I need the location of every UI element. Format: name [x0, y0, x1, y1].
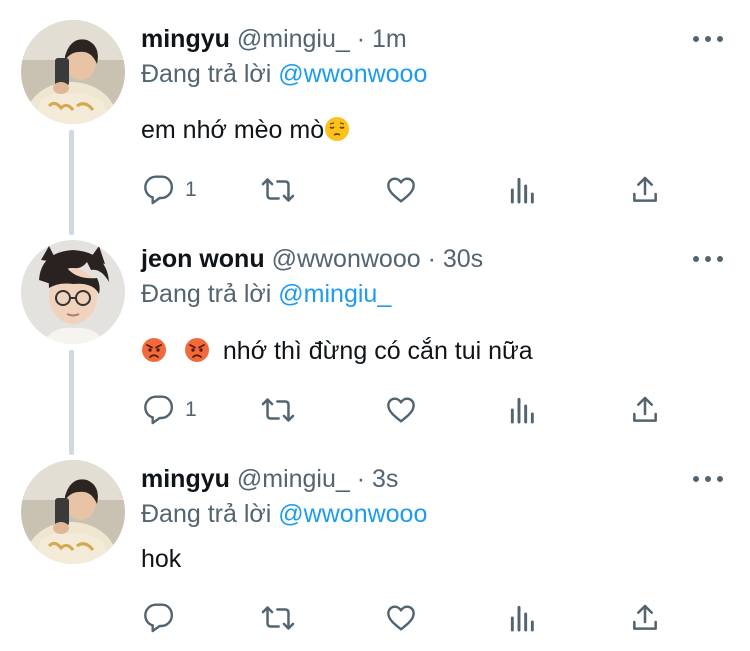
tweet-header: jeon wonu @wwonwooo · 30s [141, 244, 483, 274]
more-icon[interactable] [693, 473, 723, 485]
retweet-button[interactable] [261, 600, 295, 636]
separator-dot: · [427, 245, 436, 273]
more-icon[interactable] [693, 33, 723, 45]
separator-dot: · [356, 25, 366, 53]
share-icon [633, 176, 657, 202]
replying-to-label: Đang trả lời [141, 60, 272, 88]
reply-count: 1 [185, 178, 197, 201]
replying-to-handle[interactable]: @wwonwooo [278, 60, 427, 88]
analytics-icon [510, 177, 534, 204]
retweet-icon [261, 178, 295, 202]
retweet-icon [261, 398, 295, 422]
timestamp[interactable]: 30s [443, 245, 483, 273]
analytics-icon [510, 605, 534, 632]
reply-button[interactable]: 1 [143, 172, 197, 208]
tweet-text: hok [141, 544, 181, 574]
tweet-text: nhớ thì đừng có cắn tui nữa [141, 336, 533, 366]
more-icon[interactable] [693, 253, 723, 265]
analytics-button[interactable] [507, 392, 539, 428]
reply-button[interactable] [143, 600, 185, 636]
like-icon [387, 397, 415, 423]
replying-to: Đang trả lời @wwonwooo [141, 59, 427, 89]
reply-button[interactable]: 1 [143, 392, 197, 428]
tweet-actions: 1 [141, 172, 681, 208]
retweet-icon [261, 606, 295, 630]
tweet[interactable]: mingyu @mingiu_ · 1m Đang trả lời @wwonw… [0, 0, 750, 220]
tweet-actions [141, 600, 681, 636]
angry-face-icon [184, 338, 209, 362]
pensive-face-icon [325, 117, 350, 141]
tweet[interactable]: jeon wonu @wwonwooo · 30s Đang trả lời @… [0, 220, 750, 440]
angry-face-icon [142, 338, 166, 362]
replying-to: Đang trả lời @wwonwooo [141, 499, 427, 529]
share-button[interactable] [629, 600, 661, 636]
tweet-text-content: hok [141, 545, 182, 573]
user-handle[interactable]: @mingiu_ [237, 25, 350, 53]
tweet-header: mingyu @mingiu_ · 1m [141, 24, 407, 54]
replying-to: Đang trả lời @mingiu_ [141, 279, 391, 309]
analytics-button[interactable] [507, 172, 539, 208]
tweet-text-content: em nhớ mèo mò [141, 116, 325, 144]
separator-dot: · [356, 465, 366, 493]
avatar[interactable] [21, 460, 125, 564]
replying-to-handle[interactable]: @mingiu_ [278, 280, 391, 308]
reply-icon [144, 395, 174, 425]
tweet-header: mingyu @mingiu_ · 3s [141, 464, 398, 494]
tweet-actions: 1 [141, 392, 681, 428]
reply-icon [144, 175, 174, 205]
share-button[interactable] [629, 392, 661, 428]
replying-to-label: Đang trả lời [141, 280, 272, 308]
retweet-button[interactable] [261, 392, 295, 428]
display-name[interactable]: jeon wonu [141, 245, 265, 273]
replying-to-label: Đang trả lời [141, 500, 272, 528]
timestamp[interactable]: 1m [372, 25, 407, 53]
analytics-icon [510, 397, 534, 424]
user-handle[interactable]: @wwonwooo [272, 245, 421, 273]
reply-count: 1 [185, 398, 197, 421]
analytics-button[interactable] [507, 600, 539, 636]
tweet-text: em nhớ mèo mò [141, 115, 350, 145]
tweet-text-content: nhớ thì đừng có cắn tui nữa [222, 337, 533, 365]
like-button[interactable] [385, 172, 417, 208]
replying-to-handle[interactable]: @wwonwooo [278, 500, 427, 528]
user-handle[interactable]: @mingiu_ [237, 465, 350, 493]
like-icon [387, 605, 415, 631]
retweet-button[interactable] [261, 172, 295, 208]
share-icon [633, 604, 657, 630]
timestamp[interactable]: 3s [372, 465, 398, 493]
share-button[interactable] [629, 172, 661, 208]
share-icon [633, 396, 657, 422]
avatar[interactable] [21, 240, 125, 344]
avatar[interactable] [21, 20, 125, 124]
like-button[interactable] [385, 392, 417, 428]
like-icon [387, 177, 415, 203]
reply-icon [144, 603, 174, 633]
display-name[interactable]: mingyu [141, 25, 230, 53]
display-name[interactable]: mingyu [141, 465, 230, 493]
tweet[interactable]: mingyu @mingiu_ · 3s Đang trả lời @wwonw… [0, 440, 750, 651]
like-button[interactable] [385, 600, 417, 636]
